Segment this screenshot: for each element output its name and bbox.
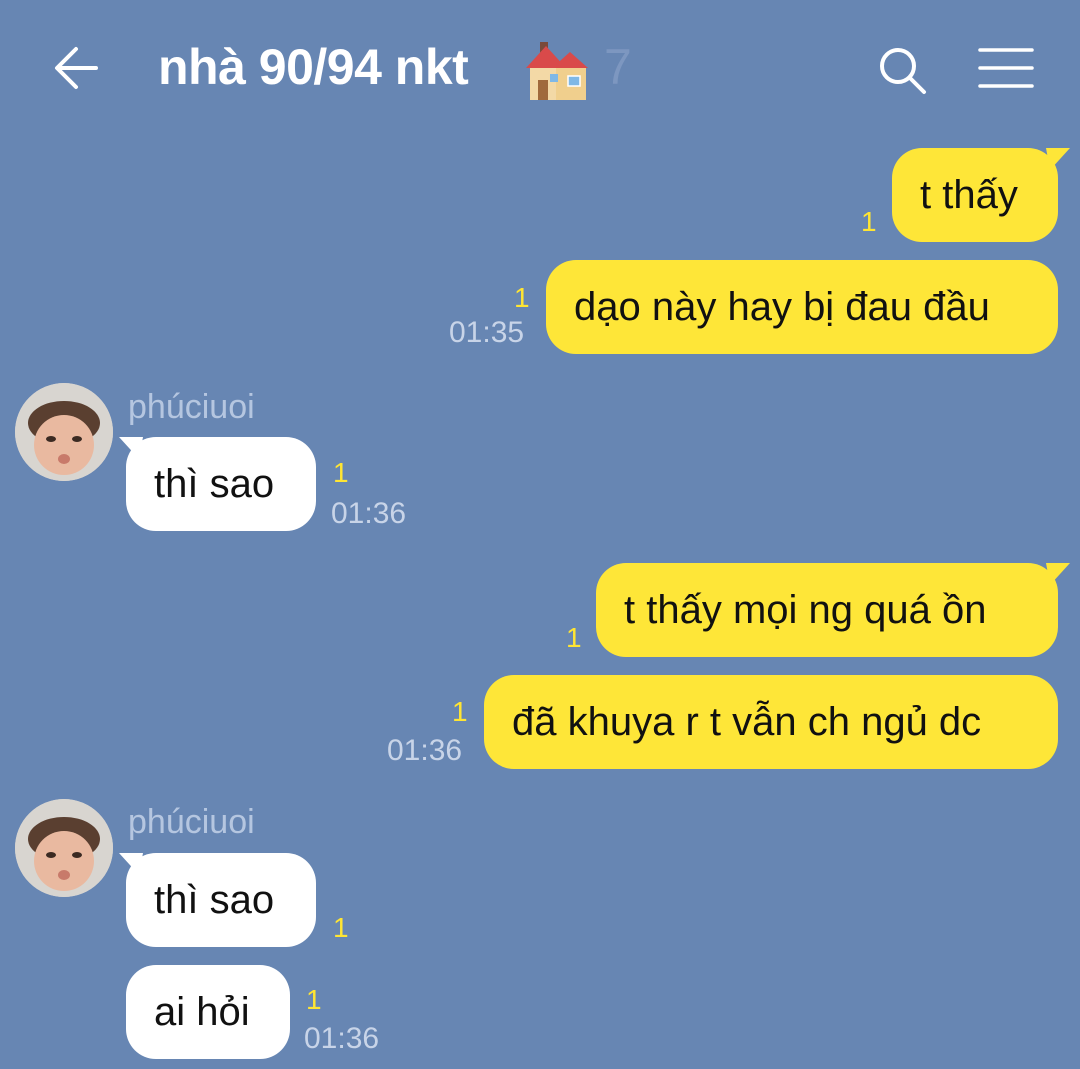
message-time: 01:36 [304, 1022, 380, 1055]
message-text: t thấy [920, 173, 1018, 217]
back-arrow-icon [55, 47, 98, 89]
unread-count: 1 [861, 206, 877, 237]
avatar[interactable] [15, 799, 113, 897]
message-bubble-incoming[interactable]: ai hỏi [126, 965, 290, 1059]
message-text: thì sao [154, 462, 275, 506]
message-text: t thấy mọi ng quá ồn [624, 588, 987, 632]
message-bubble-outgoing[interactable]: dạo này hay bị đau đầu [546, 260, 1058, 354]
message-time: 01:36 [331, 497, 407, 530]
bubble-tail [119, 853, 143, 875]
chat-title: nhà 90/94 nkt [158, 39, 469, 95]
unread-count: 1 [306, 984, 322, 1015]
unread-count: 1 [514, 282, 530, 313]
message-text: đã khuya r t vẫn ch ngủ dc [512, 700, 982, 744]
unread-count: 1 [566, 622, 582, 653]
message-text: thì sao [154, 878, 275, 922]
message-text: ai hỏi [154, 990, 250, 1034]
unread-count: 1 [333, 912, 349, 943]
sender-name: phúciuoi [128, 388, 255, 426]
member-count: 7 [604, 39, 632, 95]
bubble-tail [119, 437, 143, 459]
message-bubble-incoming[interactable]: thì sao [126, 853, 316, 947]
search-button[interactable] [872, 40, 932, 100]
message-time: 01:35 [449, 316, 525, 349]
message-text: dạo này hay bị đau đầu [574, 285, 990, 329]
house-emoji-icon [524, 38, 590, 104]
chat-header: nhà 90/94 nkt 7 [0, 0, 1080, 140]
message-bubble-outgoing[interactable]: đã khuya r t vẫn ch ngủ dc [484, 675, 1058, 769]
bubble-tail [1046, 563, 1070, 585]
search-icon [880, 48, 926, 94]
message-bubble-incoming[interactable]: thì sao [126, 437, 316, 531]
bubble-tail [1046, 148, 1070, 170]
hamburger-menu-icon [978, 48, 1034, 88]
back-button[interactable] [46, 36, 106, 100]
message-time: 01:36 [387, 734, 463, 767]
message-bubble-outgoing[interactable]: t thấy mọi ng quá ồn [596, 563, 1058, 657]
unread-count: 1 [452, 696, 468, 727]
avatar[interactable] [15, 383, 113, 481]
sender-name: phúciuoi [128, 803, 255, 841]
menu-button[interactable] [974, 40, 1038, 100]
unread-count: 1 [333, 457, 349, 488]
message-bubble-outgoing[interactable]: t thấy [892, 148, 1058, 242]
